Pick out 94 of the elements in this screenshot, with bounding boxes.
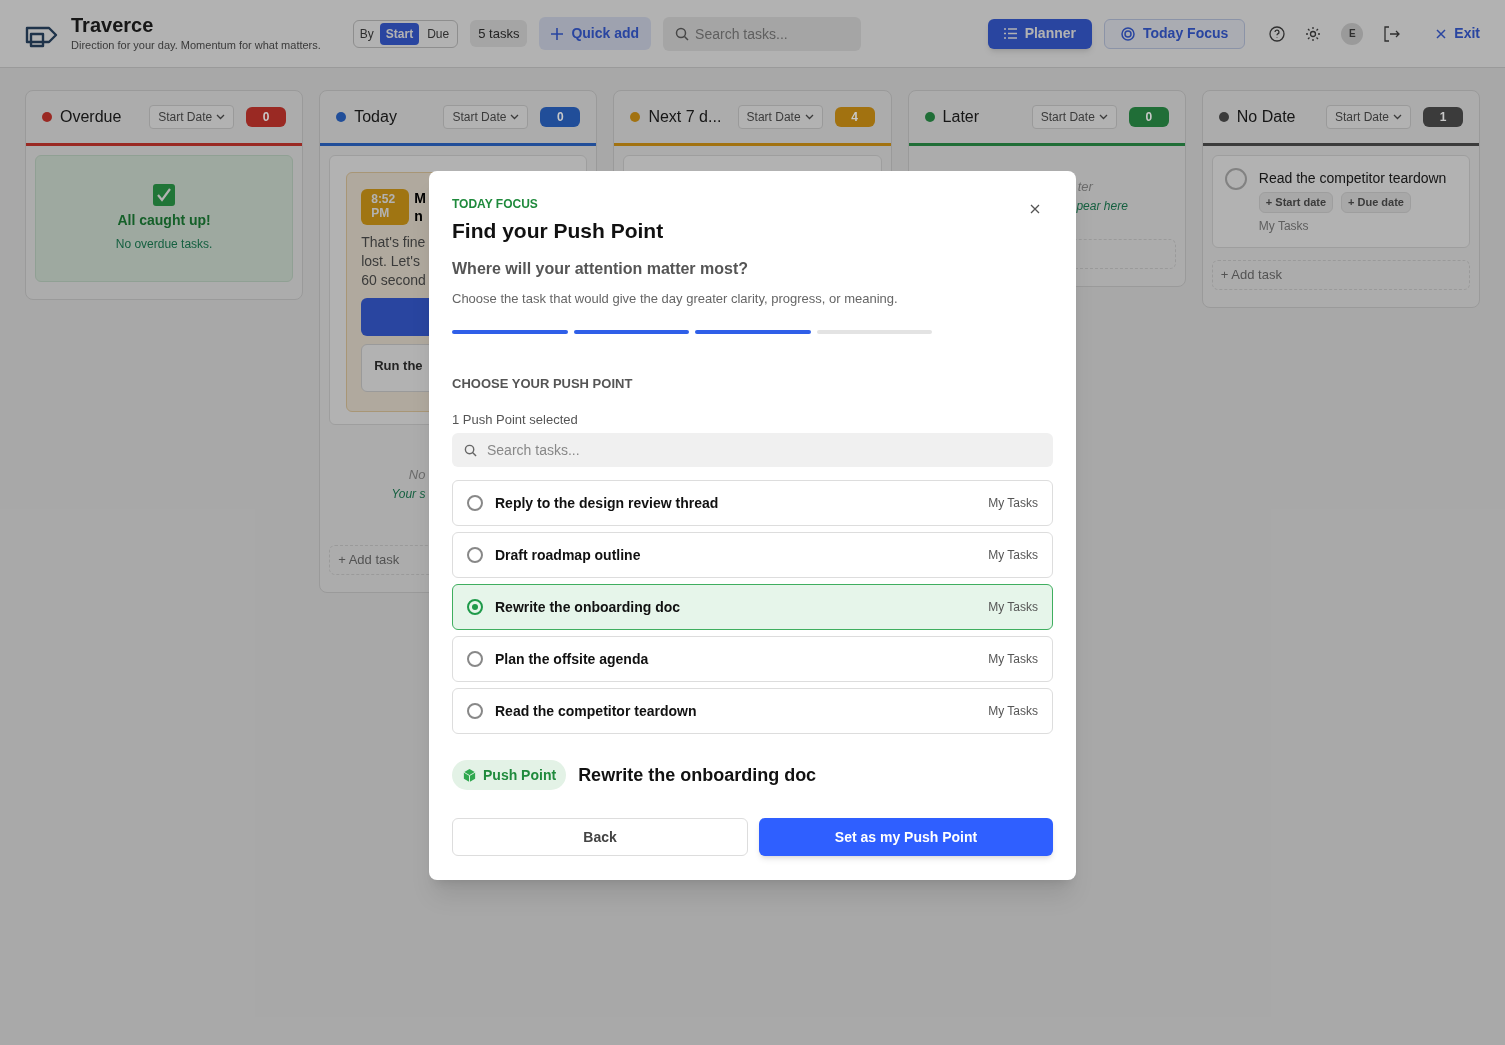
- task-option[interactable]: Rewrite the onboarding doc My Tasks: [452, 584, 1053, 630]
- chevron-down-icon: [1393, 114, 1402, 120]
- settings-button[interactable]: [1305, 25, 1322, 42]
- add-task-button[interactable]: + Add task: [1211, 259, 1470, 290]
- count-badge: 4: [834, 107, 875, 127]
- quick-add-button[interactable]: Quick add: [539, 17, 652, 50]
- dialog-question: Where will your attention matter most?: [452, 258, 749, 279]
- back-button[interactable]: Back: [452, 818, 748, 856]
- task-option[interactable]: Plan the offsite agenda My Tasks: [452, 636, 1053, 682]
- plus-icon: [551, 27, 564, 40]
- sort-dropdown[interactable]: Start Date: [149, 105, 235, 129]
- count-badge: 0: [246, 107, 287, 127]
- task-option[interactable]: Draft roadmap outline My Tasks: [452, 532, 1053, 578]
- date-chip[interactable]: + Start date: [1258, 192, 1334, 213]
- task-list-label: My Tasks: [1258, 217, 1310, 235]
- count-badge: 1: [1423, 107, 1463, 127]
- search-icon: [464, 444, 477, 457]
- search-field[interactable]: Search tasks...: [452, 433, 1053, 467]
- sort-dropdown[interactable]: Start Date: [1031, 105, 1117, 129]
- sort-dropdown[interactable]: Start Date: [443, 105, 529, 129]
- task-title: Reply to the design review thread: [495, 493, 720, 513]
- column-title: Today: [354, 107, 398, 127]
- chevron-down-icon: [510, 114, 520, 120]
- count-badge: 0: [540, 107, 581, 127]
- planner-tab[interactable]: Planner: [987, 18, 1092, 49]
- exit-button[interactable]: Exit: [1436, 23, 1480, 44]
- task-list-label: My Tasks: [988, 547, 1038, 564]
- empty-hint: pear here: [1076, 197, 1128, 215]
- target-icon: [1121, 26, 1135, 41]
- focus-title: M: [414, 189, 426, 207]
- close-icon: [1436, 28, 1447, 39]
- checkmark-icon: [153, 184, 176, 206]
- app-tagline: Direction for your day. Momentum for what matters.: [71, 38, 321, 54]
- focus-text: 60 second: [361, 271, 426, 290]
- task-title: Plan the offsite agenda: [495, 649, 650, 669]
- radio-button[interactable]: [467, 495, 483, 511]
- time-badge: 8:52 PM: [361, 189, 410, 225]
- task-list-label: My Tasks: [988, 703, 1038, 720]
- radio-button[interactable]: [467, 651, 483, 667]
- radio-button[interactable]: [467, 599, 483, 615]
- sort-option[interactable]: Due: [421, 22, 456, 45]
- radio-button[interactable]: [467, 547, 483, 563]
- task-option[interactable]: Read the competitor teardown My Tasks: [452, 688, 1053, 734]
- count-badge: 0: [1128, 107, 1169, 127]
- search-field[interactable]: Search tasks...: [663, 16, 862, 51]
- task-list-label: My Tasks: [988, 495, 1038, 512]
- sort-dropdown[interactable]: Start Date: [1326, 105, 1411, 129]
- column-title: Next 7 d...: [648, 107, 723, 127]
- task-option[interactable]: Reply to the design review thread My Tasks: [452, 480, 1053, 526]
- column-title: No Date: [1236, 107, 1297, 127]
- task-title: Read the competitor teardown: [1258, 169, 1447, 188]
- list-icon: [1003, 28, 1017, 39]
- empty-hint: Your s: [391, 485, 426, 503]
- focus-text: lost. Let's: [361, 252, 420, 271]
- today-focus-tab[interactable]: Today Focus: [1104, 18, 1246, 49]
- complete-checkbox[interactable]: [1224, 168, 1247, 190]
- dialog-title: Find your Push Point: [452, 218, 664, 244]
- empty-text: No overdue tasks.: [115, 236, 213, 253]
- empty-title: All caught up!: [117, 211, 211, 230]
- focus-text: That's fine: [361, 233, 426, 252]
- chevron-down-icon: [216, 114, 226, 120]
- radio-button[interactable]: [467, 703, 483, 719]
- toggle-label: By: [358, 25, 375, 43]
- task-list-label: My Tasks: [988, 651, 1038, 668]
- chevron-down-icon: [1098, 114, 1108, 120]
- help-button[interactable]: [1269, 25, 1286, 42]
- task-title: Draft roadmap outline: [495, 545, 642, 565]
- task-list-label: My Tasks: [988, 599, 1038, 616]
- dialog-eyebrow: TODAY FOCUS: [452, 196, 538, 213]
- dialog-text: Choose the task that would give the day greater clarity, progress, or meaning.: [452, 289, 898, 308]
- sort-option[interactable]: Start: [379, 22, 420, 45]
- confirm-button[interactable]: Set as my Push Point: [759, 818, 1053, 856]
- chosen-task: Rewrite the onboarding doc: [578, 763, 817, 787]
- app-title: Traverce: [71, 13, 155, 38]
- logout-button[interactable]: [1383, 25, 1401, 42]
- next-step-text: Run the: [374, 358, 423, 373]
- date-chip[interactable]: + Due date: [1341, 192, 1411, 213]
- task-title: Read the competitor teardown: [495, 701, 698, 721]
- empty-hint: No: [408, 466, 426, 484]
- task-count: 5 tasks: [470, 19, 528, 48]
- sort-dropdown[interactable]: Start Date: [737, 105, 823, 129]
- focus-title: n: [414, 207, 423, 225]
- chevron-down-icon: [804, 114, 814, 120]
- avatar-button[interactable]: E: [1341, 22, 1364, 45]
- empty-hint: ter: [1077, 178, 1093, 196]
- close-button[interactable]: [1030, 204, 1040, 214]
- column-title: Later: [942, 107, 981, 127]
- section-heading: CHOOSE YOUR PUSH POINT: [452, 375, 633, 393]
- task-title: Rewrite the onboarding doc: [495, 597, 682, 617]
- search-icon: [675, 26, 690, 41]
- cube-icon: [462, 767, 477, 783]
- column-title: Overdue: [60, 107, 123, 127]
- selected-count: 1 Push Point selected: [452, 410, 578, 429]
- push-point-badge: Push Point: [452, 760, 567, 790]
